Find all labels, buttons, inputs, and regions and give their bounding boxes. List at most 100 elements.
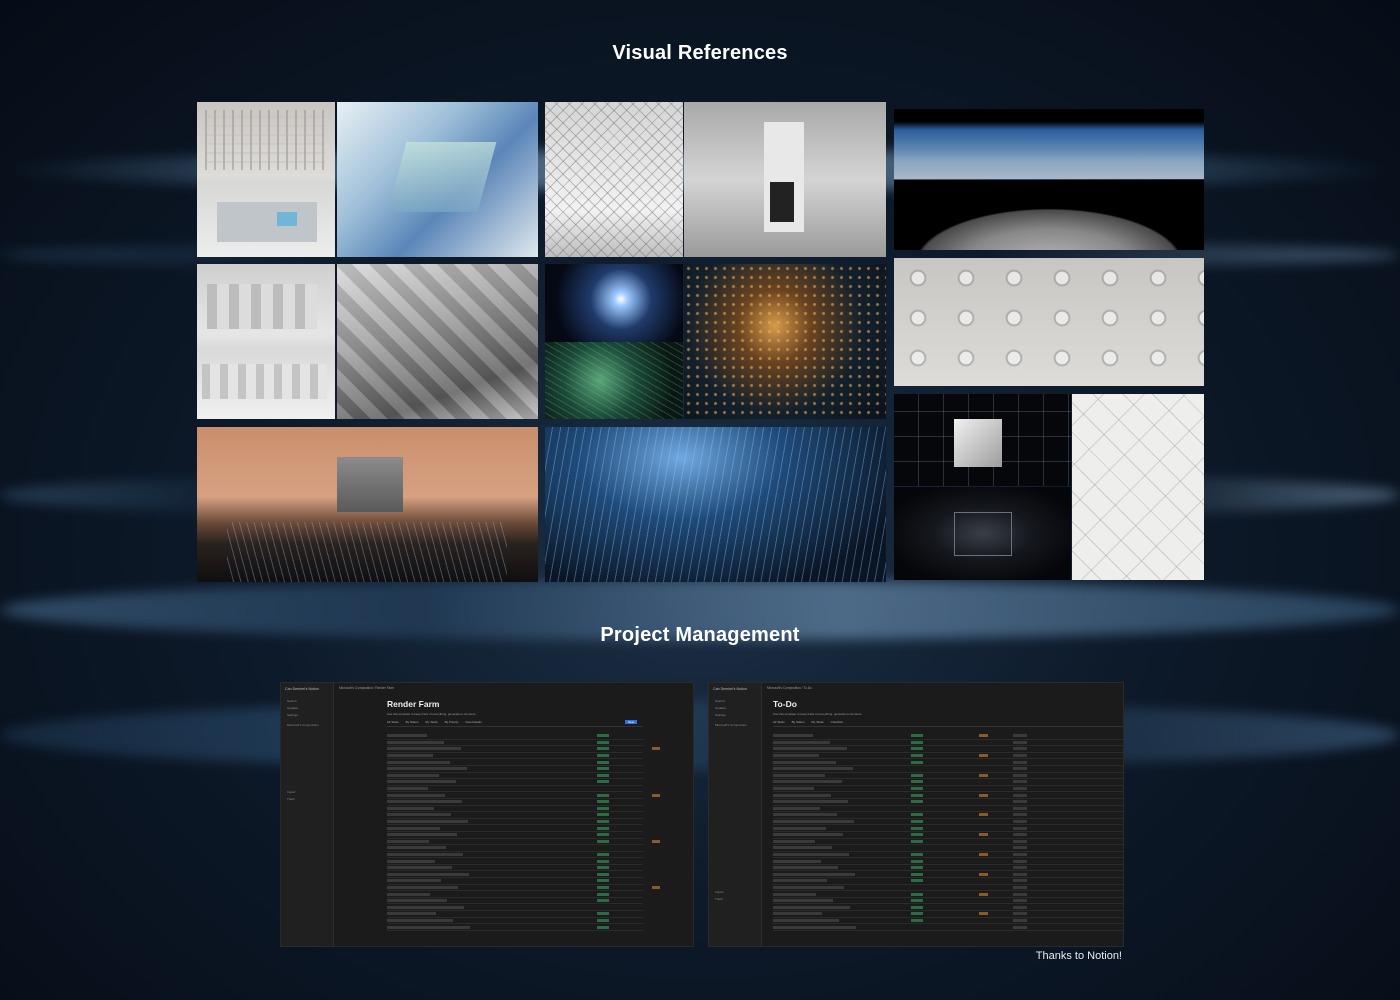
- table-row[interactable]: [773, 845, 1123, 852]
- table-row[interactable]: [387, 898, 643, 905]
- table-row[interactable]: [773, 825, 1123, 832]
- table-row[interactable]: [387, 773, 643, 780]
- table-row[interactable]: [773, 759, 1123, 766]
- tab-by-status[interactable]: By Status: [792, 720, 805, 724]
- table-row[interactable]: [387, 753, 643, 760]
- table-row[interactable]: [773, 878, 1123, 885]
- table-row[interactable]: [773, 786, 1123, 793]
- table-row[interactable]: [773, 733, 1123, 740]
- sidebar-item-settings[interactable]: Settings: [709, 711, 761, 718]
- sidebar-item-settings[interactable]: Settings: [281, 711, 333, 718]
- table-row[interactable]: [773, 832, 1123, 839]
- status-badge: [597, 734, 609, 738]
- table-row[interactable]: [773, 746, 1123, 753]
- tab-my-tasks[interactable]: My Tasks: [811, 720, 823, 724]
- table-row[interactable]: [387, 885, 660, 892]
- sidebar-item-search[interactable]: Search: [281, 697, 333, 704]
- table-row[interactable]: [773, 871, 1123, 879]
- table-row[interactable]: [773, 812, 1123, 819]
- table-row[interactable]: [387, 871, 643, 879]
- table-row[interactable]: [387, 759, 643, 766]
- table-row[interactable]: [387, 878, 643, 885]
- table-row[interactable]: [773, 898, 1123, 905]
- table-row[interactable]: [773, 753, 1123, 760]
- table-row[interactable]: [773, 911, 1123, 918]
- status-badge: [597, 899, 609, 903]
- new-button[interactable]: New: [624, 720, 637, 724]
- table-row[interactable]: [387, 891, 643, 898]
- table-row[interactable]: [773, 766, 1123, 773]
- tab-by-status[interactable]: By Status: [406, 720, 419, 724]
- table-row[interactable]: [773, 918, 1123, 925]
- table-row[interactable]: [387, 786, 643, 793]
- table-row[interactable]: [773, 792, 1123, 799]
- status-badge: [1013, 787, 1027, 791]
- table-row[interactable]: [387, 839, 660, 846]
- breadcrumb[interactable]: Microsoft's Composition / Render Farm: [333, 683, 693, 693]
- table-row[interactable]: [387, 806, 643, 813]
- table-row[interactable]: [387, 858, 643, 865]
- table-row[interactable]: [773, 865, 1123, 872]
- sidebar-item-updates[interactable]: Updates: [281, 704, 333, 711]
- table-row[interactable]: [387, 918, 643, 925]
- sidebar-item-composition[interactable]: Microsoft's Composition: [281, 721, 333, 728]
- table-row[interactable]: [773, 806, 1123, 813]
- table-row[interactable]: [387, 865, 643, 872]
- row-title-placeholder: [773, 899, 833, 903]
- row-title-placeholder: [773, 912, 822, 916]
- sidebar-item-import[interactable]: Import: [709, 888, 761, 895]
- table-row[interactable]: [387, 819, 643, 826]
- workspace-name[interactable]: Can Demirel's Notion: [709, 683, 761, 697]
- project-management-title: Project Management: [600, 624, 800, 646]
- table-row[interactable]: [387, 740, 643, 747]
- table-row[interactable]: [387, 904, 643, 912]
- table-row[interactable]: [387, 746, 660, 753]
- table-row[interactable]: [773, 799, 1123, 806]
- table-row[interactable]: [387, 779, 643, 786]
- table-row[interactable]: [387, 911, 643, 918]
- sidebar-item-search[interactable]: Search: [709, 697, 761, 704]
- table-row[interactable]: [387, 825, 643, 832]
- table-row[interactable]: [773, 779, 1123, 786]
- table-row[interactable]: [387, 924, 643, 931]
- sidebar-item-import[interactable]: Import: [281, 788, 333, 795]
- table-row[interactable]: [773, 839, 1123, 846]
- tab-all-tasks[interactable]: All Tasks: [773, 720, 785, 724]
- row-title-placeholder: [387, 833, 457, 837]
- table-row[interactable]: [387, 792, 660, 799]
- table-row[interactable]: [773, 740, 1123, 747]
- table-row[interactable]: [773, 819, 1123, 826]
- table-row[interactable]: [387, 766, 643, 773]
- table-row[interactable]: [387, 845, 643, 852]
- status-badge: [1013, 852, 1027, 856]
- tab-all-tasks[interactable]: All Tasks: [387, 720, 399, 724]
- table-row[interactable]: [773, 904, 1123, 912]
- table-row[interactable]: [773, 924, 1123, 931]
- tab-view-details[interactable]: View Details: [465, 720, 481, 724]
- sidebar-item-trash[interactable]: Trash: [281, 795, 333, 802]
- table-row[interactable]: [387, 852, 643, 859]
- table-row[interactable]: [387, 733, 643, 740]
- tab-my-tasks[interactable]: My Tasks: [425, 720, 437, 724]
- sidebar-item-updates[interactable]: Updates: [709, 704, 761, 711]
- table-row[interactable]: [773, 885, 1123, 892]
- table-row[interactable]: [773, 891, 1123, 898]
- status-badge: [1013, 747, 1027, 751]
- table-row[interactable]: [773, 852, 1123, 859]
- row-title-placeholder: [387, 885, 458, 889]
- workspace-name[interactable]: Can Demirel's Notion: [281, 683, 333, 697]
- tab-checklist[interactable]: Checklist: [831, 720, 843, 724]
- table-row[interactable]: [387, 832, 643, 839]
- sidebar-item-composition[interactable]: Microsoft's Composition: [709, 721, 761, 728]
- table-row[interactable]: [773, 773, 1123, 780]
- breadcrumb[interactable]: Microsoft's Composition / To-Do: [761, 683, 1123, 693]
- notion-sidebar: Can Demirel's Notion Search Updates Sett…: [281, 683, 334, 946]
- table-row[interactable]: [387, 799, 643, 806]
- status-badge: [979, 833, 988, 837]
- sidebar-item-trash[interactable]: Trash: [709, 895, 761, 902]
- status-badge: [911, 820, 923, 824]
- table-row[interactable]: [387, 812, 643, 819]
- tab-by-priority[interactable]: By Priority: [445, 720, 459, 724]
- page-title: Render Farm: [387, 699, 440, 709]
- table-row[interactable]: [773, 858, 1123, 865]
